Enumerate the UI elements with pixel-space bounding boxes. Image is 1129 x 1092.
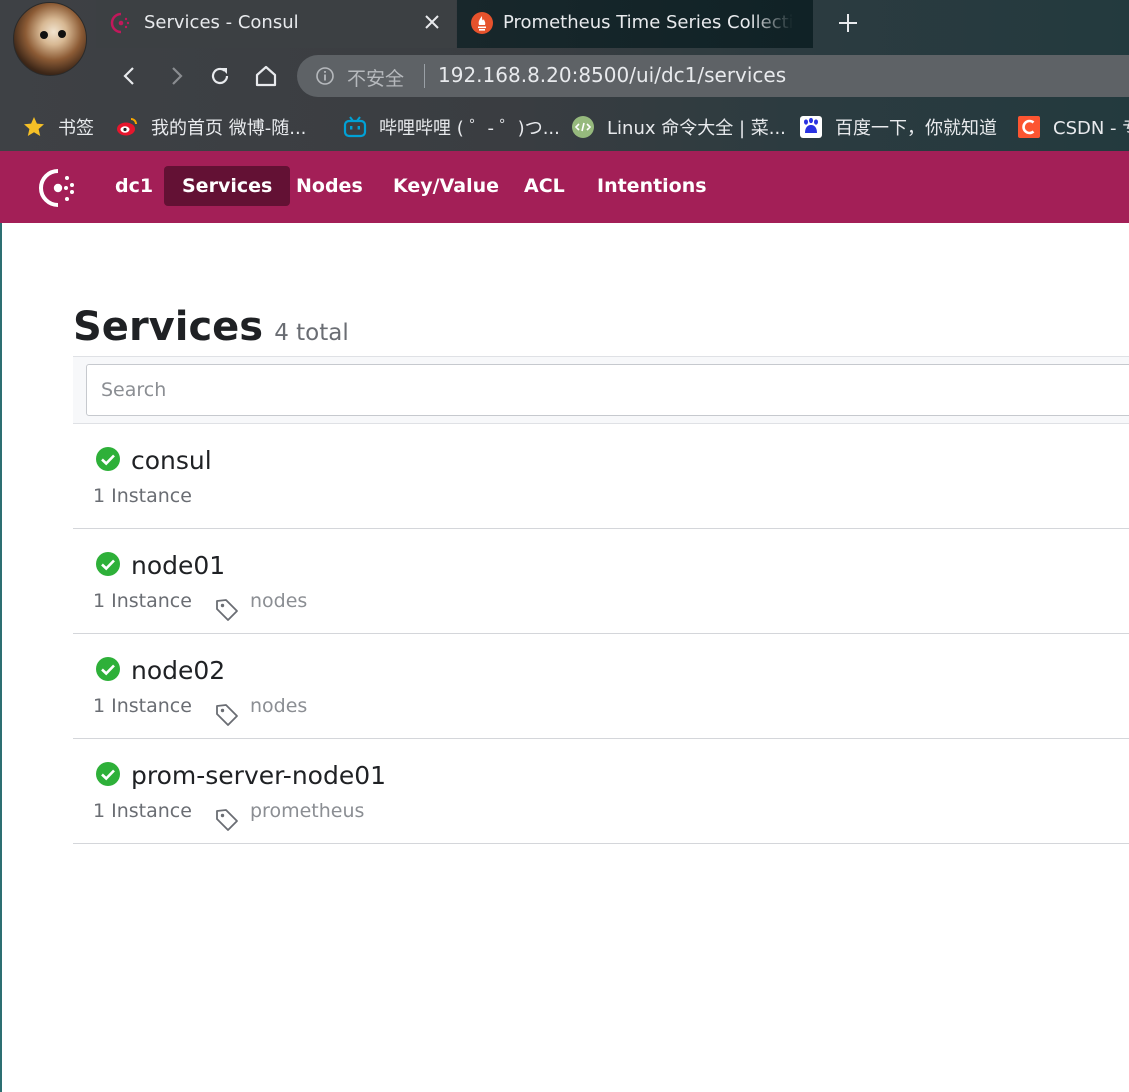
page-title: Services [73, 304, 264, 350]
address-divider [424, 64, 425, 88]
nav-key-value[interactable]: Key/Value [375, 166, 517, 206]
bookmark-item[interactable]: Linux 命令大全 | 菜... [571, 114, 786, 140]
avatar-eye [58, 30, 66, 38]
consul-logo-icon[interactable] [36, 168, 80, 208]
bookmark-item[interactable]: 百度一下，你就知道 [799, 114, 997, 140]
baidu-icon [800, 116, 822, 138]
service-row-node02[interactable]: node02 1 Instance nodes [73, 634, 1129, 739]
bookmark-item[interactable]: 我的首页 微博-随... [115, 114, 306, 140]
bookmark-label: CSDN - 专 [1053, 118, 1129, 139]
tag-icon [216, 809, 238, 831]
back-icon[interactable] [116, 62, 144, 90]
tag-icon [216, 599, 238, 621]
service-list: consul 1 Instance node01 1 Instance node… [73, 424, 1129, 844]
bookmarks-bar: 书签 我的首页 微博-随... 哔哩哔哩 ( ゜- ゜)つ... Linux 命… [0, 104, 1129, 150]
address-bar[interactable]: 不安全 192.168.8.20:8500/ui/dc1/services [297, 55, 1129, 97]
service-tag: prometheus [250, 800, 365, 822]
check-circle-icon [96, 447, 120, 471]
check-circle-icon [96, 552, 120, 576]
nav-services[interactable]: Services [164, 166, 291, 206]
tab-prometheus[interactable]: Prometheus Time Series Collection [457, 0, 813, 48]
instance-count: 1 Instance [93, 695, 192, 717]
tag-icon [216, 704, 238, 726]
service-name[interactable]: consul [131, 446, 212, 475]
bookmark-label: Linux 命令大全 | 菜... [607, 118, 786, 139]
runoob-icon [572, 116, 594, 138]
filter-bar [73, 356, 1129, 424]
nav-intentions[interactable]: Intentions [579, 166, 725, 206]
bookmark-label: 哔哩哔哩 ( ゜- ゜)つ... [379, 118, 560, 139]
bookmark-item[interactable]: CSDN - 专 [1017, 114, 1129, 140]
check-circle-icon [96, 762, 120, 786]
bilibili-icon [343, 116, 367, 138]
weibo-icon [117, 118, 137, 136]
tab-title: Services - Consul [144, 12, 299, 33]
service-count: 4 total [274, 320, 349, 346]
browser-chrome: Services - Consul Prometheus Time Series… [0, 0, 1129, 151]
search-input[interactable] [86, 364, 1129, 416]
check-circle-icon [96, 657, 120, 681]
bookmark-label: 书签 [58, 118, 94, 139]
profile-avatar[interactable] [13, 2, 87, 76]
plus-icon[interactable] [836, 11, 860, 35]
nav-acl[interactable]: ACL [506, 166, 583, 206]
service-tag: nodes [250, 695, 308, 717]
service-name[interactable]: node02 [131, 656, 225, 685]
csdn-icon [1018, 116, 1040, 138]
nav-nodes[interactable]: Nodes [278, 166, 381, 206]
reload-icon[interactable] [206, 62, 234, 90]
close-icon[interactable] [422, 12, 442, 32]
tab-services-consul[interactable]: Services - Consul [96, 0, 456, 48]
service-name[interactable]: node01 [131, 551, 225, 580]
window-edge [0, 223, 2, 1092]
consul-icon [110, 12, 130, 34]
service-row-node01[interactable]: node01 1 Instance nodes [73, 529, 1129, 634]
service-row-prom-server-node01[interactable]: prom-server-node01 1 Instance prometheus [73, 739, 1129, 844]
bookmark-item[interactable]: 哔哩哔哩 ( ゜- ゜)つ... [343, 114, 560, 140]
tab-title: Prometheus Time Series Collection [503, 12, 793, 33]
prometheus-icon [471, 12, 493, 34]
instance-count: 1 Instance [93, 590, 192, 612]
service-tag: nodes [250, 590, 308, 612]
consul-navbar: dc1 Services Nodes Key/Value ACL Intenti… [0, 151, 1129, 223]
avatar-eye [40, 31, 48, 39]
bookmark-item[interactable]: 书签 [22, 114, 94, 140]
page-header: Services 4 total [73, 304, 349, 350]
bookmark-label: 我的首页 微博-随... [151, 118, 307, 139]
instance-count: 1 Instance [93, 800, 192, 822]
security-label: 不安全 [347, 68, 405, 90]
bookmark-label: 百度一下，你就知道 [835, 118, 997, 139]
url-text[interactable]: 192.168.8.20:8500/ui/dc1/services [438, 63, 786, 87]
star-icon [24, 117, 44, 136]
instance-count: 1 Instance [93, 485, 192, 507]
service-name[interactable]: prom-server-node01 [131, 761, 386, 790]
service-row-consul[interactable]: consul 1 Instance [73, 424, 1129, 529]
info-icon[interactable] [315, 66, 335, 86]
datacenter-selector[interactable]: dc1 [97, 166, 171, 206]
forward-icon[interactable] [162, 62, 190, 90]
home-icon[interactable] [252, 62, 280, 90]
